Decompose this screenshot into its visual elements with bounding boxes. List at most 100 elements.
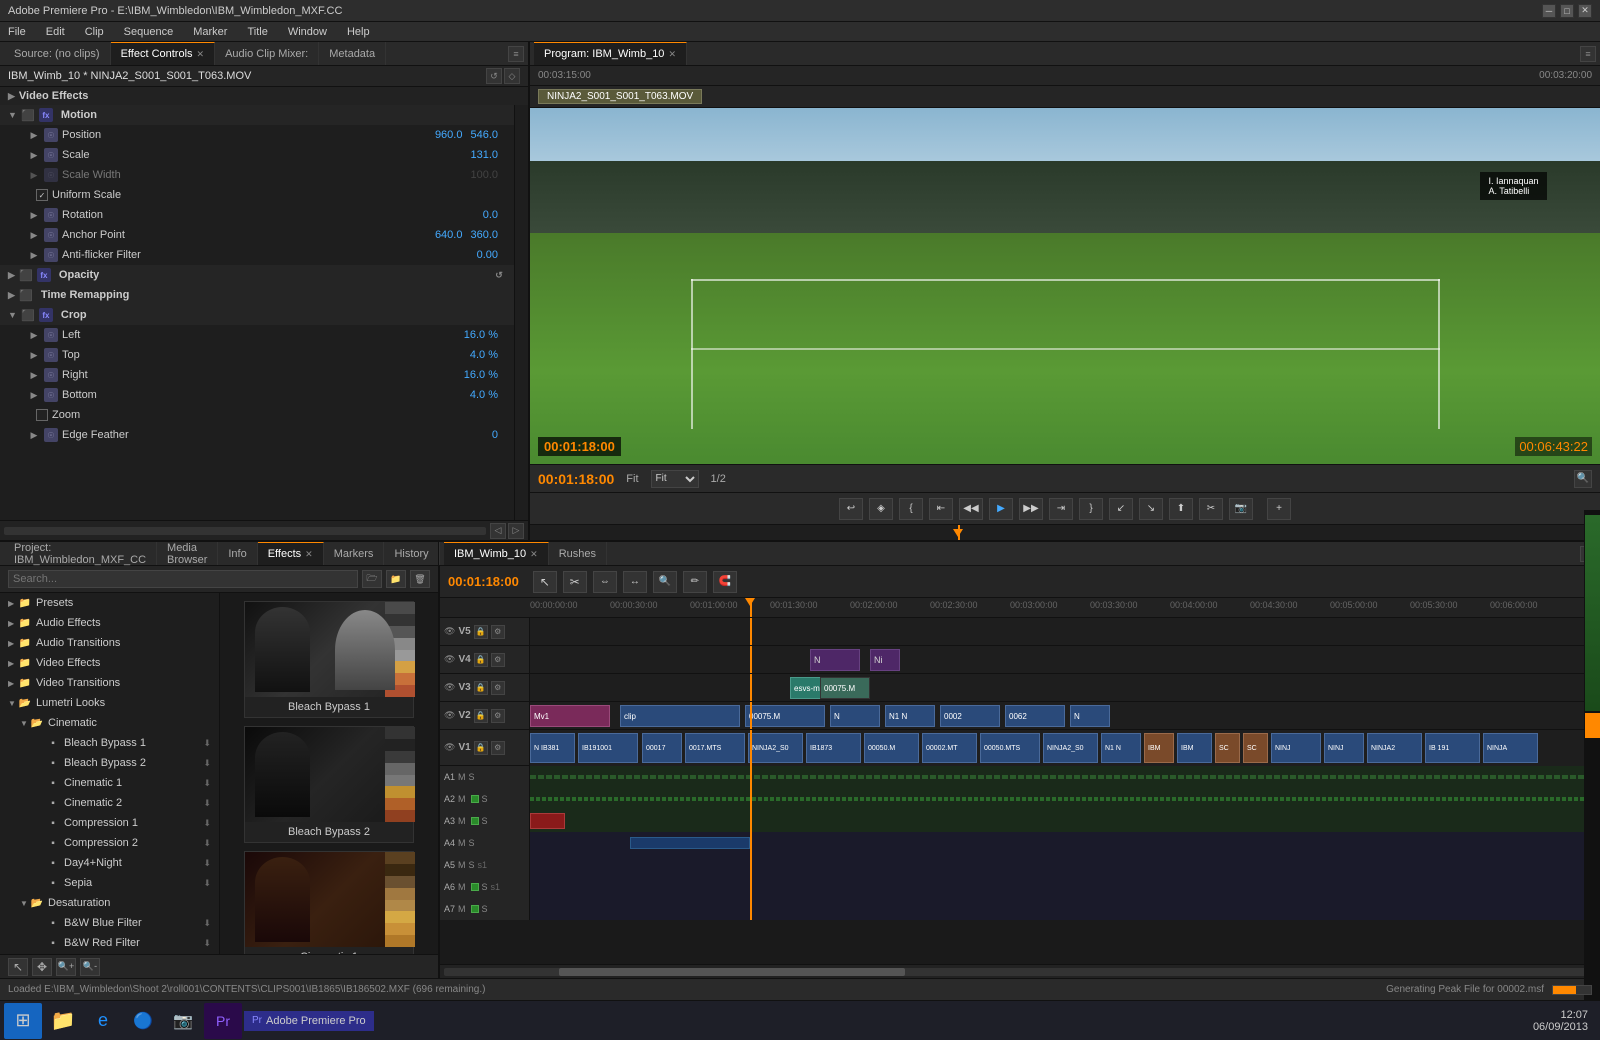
close-button[interactable]: ✕ — [1578, 4, 1592, 18]
scale-toggle[interactable]: ▶ — [28, 149, 40, 161]
tree-item-bleach-bypass-2[interactable]: ▶ ▪ Bleach Bypass 2 ⬇ — [0, 753, 219, 773]
v1-clip-19[interactable]: IB 191 — [1425, 733, 1480, 763]
zoom-in-tool[interactable]: 🔍+ — [56, 958, 76, 976]
timeline-scrollbar[interactable] — [440, 964, 1600, 978]
rotation-toggle[interactable]: ▶ — [28, 209, 40, 221]
program-monitor-menu[interactable]: ≡ — [1580, 46, 1596, 62]
monitor-timecode-display[interactable]: 00:01:18:00 — [538, 471, 614, 487]
v2-clip-6[interactable]: 0002 — [940, 705, 1000, 727]
a2-sync-icon[interactable]: M — [458, 794, 466, 804]
menu-sequence[interactable]: Sequence — [120, 26, 178, 38]
a6-track-content[interactable] — [530, 876, 1600, 898]
tree-item-cinematic[interactable]: ▼ 📂 Cinematic — [0, 713, 219, 733]
a7-sync-icon[interactable]: M — [458, 904, 466, 914]
a4-track-content[interactable] — [530, 832, 1600, 854]
v1-clip-10[interactable]: NINJA2_S0 — [1043, 733, 1098, 763]
go-to-out-button[interactable]: ⇥ — [1049, 498, 1073, 520]
history-tab[interactable]: History — [384, 542, 439, 565]
tree-item-sepia[interactable]: ▶ ▪ Sepia ⬇ — [0, 873, 219, 893]
effects-search-input[interactable] — [8, 570, 358, 588]
v2-clip-2[interactable]: clip — [620, 705, 740, 727]
a2-mute-icon[interactable]: S — [482, 794, 488, 804]
effect-controls-scroll-left[interactable]: ◁ — [490, 523, 506, 539]
v2-clip-8[interactable]: N — [1070, 705, 1110, 727]
v2-lock-button[interactable]: 🔒 — [474, 709, 488, 723]
a3-track-content[interactable] — [530, 810, 1600, 832]
audio-clip-mixer-tab[interactable]: Audio Clip Mixer: — [215, 42, 319, 65]
menu-edit[interactable]: Edit — [42, 26, 69, 38]
taskbar-active-app[interactable]: Pr Adobe Premiere Pro — [244, 1011, 374, 1031]
timeline-tool-track[interactable]: ⇔ — [593, 571, 617, 593]
v1-clip-20[interactable]: NINJA — [1483, 733, 1538, 763]
project-tab[interactable]: Project: IBM_Wimbledon_MXF_CC — [4, 542, 157, 565]
tree-item-compression-2[interactable]: ▶ ▪ Compression 2 ⬇ — [0, 833, 219, 853]
v3-lock-button[interactable]: 🔒 — [474, 681, 488, 695]
zoom-out-tool[interactable]: 🔍- — [80, 958, 100, 976]
a5-mute-icon[interactable]: S — [469, 860, 475, 870]
video-effects-toggle[interactable]: ▶ — [8, 91, 15, 102]
cursor-tool[interactable]: ↖ — [8, 958, 28, 976]
v1-clip-12[interactable]: IBM — [1144, 733, 1174, 763]
v4-lock-button[interactable]: 🔒 — [474, 653, 488, 667]
overwrite-button[interactable]: ↘ — [1139, 498, 1163, 520]
v1-clip-18[interactable]: NINJA2 — [1367, 733, 1422, 763]
v1-clip-15[interactable]: SC — [1243, 733, 1268, 763]
v1-clip-7[interactable]: 00050.M — [864, 733, 919, 763]
effect-controls-tab-close[interactable]: ✕ — [197, 49, 205, 60]
crop-toggle[interactable]: ▼ — [8, 310, 17, 320]
crop-top-toggle[interactable]: ▶ — [28, 349, 40, 361]
tree-item-compression-1[interactable]: ▶ ▪ Compression 1 ⬇ — [0, 813, 219, 833]
menu-clip[interactable]: Clip — [81, 26, 108, 38]
anchor-point-toggle[interactable]: ▶ — [28, 229, 40, 241]
v1-clip-3[interactable]: 00017 — [642, 733, 682, 763]
delete-button[interactable]: 🗑 — [410, 570, 430, 588]
start-button[interactable]: ⊞ — [4, 1003, 42, 1039]
anti-flicker-toggle[interactable]: ▶ — [28, 249, 40, 261]
v1-clip-9[interactable]: 00050.MTS — [980, 733, 1040, 763]
tree-item-audio-effects[interactable]: ▶ 📁 Audio Effects — [0, 613, 219, 633]
v3-settings-button[interactable]: ⚙ — [491, 681, 505, 695]
tree-item-audio-transitions[interactable]: ▶ 📁 Audio Transitions — [0, 633, 219, 653]
menu-file[interactable]: File — [4, 26, 30, 38]
tree-item-bleach-bypass-1[interactable]: ▶ ▪ Bleach Bypass 1 ⬇ — [0, 733, 219, 753]
a7-track-content[interactable] — [530, 898, 1600, 920]
scale-width-toggle[interactable]: ▶ — [28, 169, 40, 181]
effect-controls-timeline-scroll[interactable] — [4, 527, 486, 535]
reset-button[interactable]: ↺ — [486, 68, 502, 84]
v1-eye-icon[interactable]: 👁 — [444, 742, 455, 753]
play-button[interactable]: ▶ — [989, 498, 1013, 520]
opacity-reset[interactable]: ↺ — [492, 268, 506, 282]
a4-mute-icon[interactable]: S — [469, 838, 475, 848]
v1-clip-4[interactable]: 0017.MTS — [685, 733, 745, 763]
program-monitor-tab[interactable]: Program: IBM_Wimb_10 ✕ — [534, 42, 687, 65]
timeline-tab[interactable]: IBM_Wimb_10 ✕ — [444, 542, 549, 565]
crop-bottom-toggle[interactable]: ▶ — [28, 389, 40, 401]
v1-clip-13[interactable]: IBM — [1177, 733, 1212, 763]
taskbar-explorer[interactable]: 📁 — [44, 1003, 82, 1039]
v1-settings-button[interactable]: ⚙ — [491, 741, 505, 755]
source-tab[interactable]: Source: (no clips) — [4, 42, 111, 65]
v5-settings-button[interactable]: ⚙ — [491, 625, 505, 639]
effect-controls-scroll-right[interactable]: ▷ — [508, 523, 524, 539]
a6-sync-icon[interactable]: M — [458, 882, 466, 892]
v5-lock-button[interactable]: 🔒 — [474, 625, 488, 639]
tree-item-day4night[interactable]: ▶ ▪ Day4+Night ⬇ — [0, 853, 219, 873]
new-folder-button[interactable]: 📁 — [386, 570, 406, 588]
bleach-bypass-2-preview[interactable]: Bleach Bypass 2 — [244, 726, 414, 843]
edge-feather-toggle[interactable]: ▶ — [28, 429, 40, 441]
effects-tab-close[interactable]: ✕ — [305, 549, 313, 560]
pan-tool[interactable]: ✥ — [32, 958, 52, 976]
crop-zoom-checkbox[interactable] — [36, 409, 48, 421]
a5-track-content[interactable] — [530, 854, 1600, 876]
tree-item-bw-blue[interactable]: ▶ ▪ B&W Blue Filter ⬇ — [0, 913, 219, 933]
a3-mute-icon[interactable]: S — [482, 816, 488, 826]
program-monitor-tab-close[interactable]: ✕ — [668, 49, 676, 60]
motion-toggle[interactable]: ▼ — [8, 110, 17, 120]
tree-item-cinematic-2[interactable]: ▶ ▪ Cinematic 2 ⬇ — [0, 793, 219, 813]
v3-clip-2[interactable]: 00075.M — [820, 677, 870, 699]
monitor-zoom-select[interactable]: Fit 25% 50% 100% — [651, 470, 699, 488]
timeline-tool-razor[interactable]: ✂ — [563, 571, 587, 593]
maximize-button[interactable]: □ — [1560, 4, 1574, 18]
a7-mute-icon[interactable]: S — [482, 904, 488, 914]
v4-track-content[interactable]: N Ni — [530, 646, 1600, 673]
